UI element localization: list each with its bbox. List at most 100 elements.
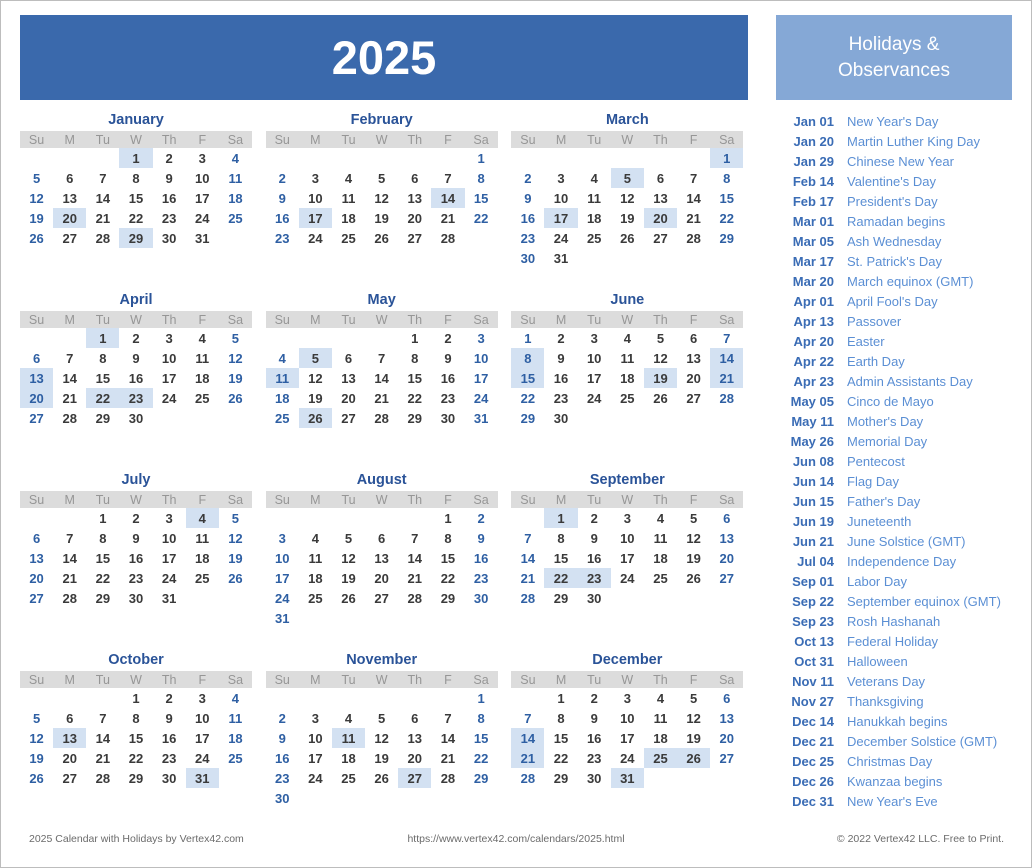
day-cell[interactable]: 29 [431, 588, 464, 608]
day-cell[interactable]: 25 [643, 748, 678, 768]
day-cell[interactable]: 29 [511, 408, 544, 428]
day-cell[interactable]: 19 [20, 748, 53, 768]
day-cell[interactable]: 11 [331, 728, 366, 748]
day-cell[interactable]: 23 [119, 388, 153, 408]
day-cell[interactable]: 19 [332, 568, 365, 588]
day-cell[interactable]: 5 [219, 508, 252, 528]
day-cell[interactable]: 13 [710, 708, 743, 728]
day-cell[interactable]: 16 [119, 548, 152, 568]
day-cell[interactable]: 20 [677, 368, 710, 388]
day-cell[interactable]: 19 [20, 208, 53, 228]
day-cell[interactable]: 15 [710, 188, 743, 208]
day-cell[interactable]: 2 [431, 328, 464, 348]
day-cell[interactable]: 1 [544, 508, 578, 528]
day-cell[interactable]: 10 [299, 188, 332, 208]
day-cell[interactable]: 1 [465, 688, 498, 708]
day-cell[interactable]: 19 [219, 548, 252, 568]
day-cell[interactable]: 29 [710, 228, 743, 248]
day-cell[interactable]: 27 [53, 768, 86, 788]
day-cell[interactable]: 31 [266, 608, 299, 628]
day-cell[interactable]: 7 [431, 168, 464, 188]
day-cell[interactable]: 10 [266, 548, 299, 568]
day-cell[interactable]: 17 [266, 568, 299, 588]
day-cell[interactable]: 21 [710, 368, 744, 388]
day-cell[interactable]: 18 [644, 728, 677, 748]
day-cell[interactable]: 28 [365, 408, 398, 428]
day-cell[interactable]: 16 [544, 368, 577, 388]
day-cell[interactable]: 2 [578, 688, 611, 708]
day-cell[interactable]: 4 [219, 688, 252, 708]
day-cell[interactable]: 21 [86, 748, 119, 768]
day-cell[interactable]: 22 [710, 208, 743, 228]
day-cell[interactable]: 14 [365, 368, 398, 388]
day-cell[interactable]: 6 [20, 348, 53, 368]
day-cell[interactable]: 13 [53, 188, 86, 208]
day-cell[interactable]: 2 [153, 148, 186, 168]
day-cell[interactable]: 15 [465, 188, 498, 208]
day-cell[interactable]: 23 [578, 748, 611, 768]
day-cell[interactable]: 1 [119, 688, 152, 708]
day-cell[interactable]: 22 [544, 568, 578, 588]
day-cell[interactable]: 20 [398, 748, 431, 768]
day-cell[interactable]: 19 [365, 208, 398, 228]
day-cell[interactable]: 18 [644, 548, 677, 568]
day-cell[interactable]: 16 [465, 548, 498, 568]
day-cell[interactable]: 4 [578, 168, 611, 188]
day-cell[interactable]: 27 [365, 588, 398, 608]
day-cell[interactable]: 17 [153, 368, 186, 388]
day-cell[interactable]: 12 [365, 188, 398, 208]
day-cell[interactable]: 13 [398, 728, 431, 748]
day-cell[interactable]: 13 [332, 368, 365, 388]
day-cell[interactable]: 30 [153, 228, 186, 248]
day-cell[interactable]: 6 [332, 348, 365, 368]
day-cell[interactable]: 23 [266, 228, 299, 248]
day-cell[interactable]: 23 [266, 768, 299, 788]
day-cell[interactable]: 26 [20, 768, 53, 788]
day-cell[interactable]: 2 [266, 168, 299, 188]
day-cell[interactable]: 21 [53, 388, 86, 408]
day-cell[interactable]: 26 [644, 388, 677, 408]
day-cell[interactable]: 7 [53, 528, 86, 548]
day-cell[interactable]: 30 [578, 768, 611, 788]
day-cell[interactable]: 14 [86, 728, 119, 748]
day-cell[interactable]: 18 [186, 548, 219, 568]
day-cell[interactable]: 7 [398, 528, 431, 548]
day-cell[interactable]: 15 [511, 368, 545, 388]
day-cell[interactable]: 28 [677, 228, 710, 248]
day-cell[interactable]: 25 [219, 208, 252, 228]
day-cell[interactable]: 11 [644, 528, 677, 548]
day-cell[interactable]: 13 [644, 188, 677, 208]
day-cell[interactable]: 4 [186, 328, 219, 348]
day-cell[interactable]: 14 [677, 188, 710, 208]
day-cell[interactable]: 28 [511, 768, 544, 788]
day-cell[interactable]: 27 [20, 408, 53, 428]
day-cell[interactable]: 13 [20, 548, 53, 568]
day-cell[interactable]: 16 [153, 188, 186, 208]
day-cell[interactable]: 5 [644, 328, 677, 348]
day-cell[interactable]: 20 [643, 208, 678, 228]
day-cell[interactable]: 30 [465, 588, 498, 608]
day-cell[interactable]: 27 [20, 588, 53, 608]
day-cell[interactable]: 8 [86, 348, 119, 368]
day-cell[interactable]: 9 [119, 528, 152, 548]
day-cell[interactable]: 4 [332, 168, 365, 188]
day-cell[interactable]: 24 [299, 228, 332, 248]
day-cell[interactable]: 12 [365, 728, 398, 748]
day-cell[interactable]: 23 [511, 228, 544, 248]
day-cell[interactable]: 13 [53, 728, 87, 748]
day-cell[interactable]: 26 [298, 408, 332, 428]
day-cell[interactable]: 15 [544, 728, 577, 748]
day-cell[interactable]: 12 [20, 188, 53, 208]
day-cell[interactable]: 22 [465, 748, 498, 768]
day-cell[interactable]: 16 [578, 728, 611, 748]
day-cell[interactable]: 19 [643, 368, 678, 388]
day-cell[interactable]: 26 [20, 228, 53, 248]
day-cell[interactable]: 29 [86, 588, 119, 608]
day-cell[interactable]: 3 [544, 168, 577, 188]
day-cell[interactable]: 7 [365, 348, 398, 368]
day-cell[interactable]: 27 [710, 748, 743, 768]
day-cell[interactable]: 21 [511, 568, 544, 588]
day-cell[interactable]: 1 [544, 688, 577, 708]
day-cell[interactable]: 30 [544, 408, 577, 428]
day-cell[interactable]: 31 [186, 228, 219, 248]
